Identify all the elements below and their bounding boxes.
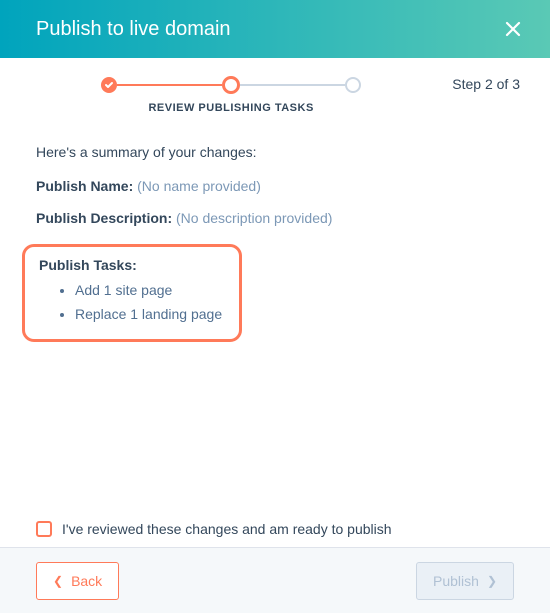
publish-button[interactable]: Publish ❯ [416, 562, 514, 600]
step-line-1 [117, 84, 222, 86]
step-1-done [101, 77, 117, 93]
summary-intro: Here's a summary of your changes: [36, 144, 514, 160]
dialog-title: Publish to live domain [36, 18, 231, 41]
publish-name-value: (No name provided) [137, 178, 261, 194]
step-2-current [222, 76, 240, 94]
chevron-right-icon: ❯ [487, 574, 497, 588]
check-icon [104, 80, 114, 90]
list-item: Add 1 site page [75, 279, 225, 303]
publish-name-row: Publish Name: (No name provided) [36, 178, 514, 194]
dialog-header: Publish to live domain [0, 0, 550, 58]
back-button-label: Back [71, 573, 102, 589]
back-button[interactable]: ❮ Back [36, 562, 119, 600]
stepper: REVIEW PUBLISHING TASKS Step 2 of 3 [0, 58, 550, 114]
step-label: REVIEW PUBLISHING TASKS [148, 102, 313, 114]
step-3-future [345, 77, 361, 93]
publish-tasks-label: Publish Tasks: [39, 257, 225, 273]
publish-button-label: Publish [433, 573, 479, 589]
review-row: I've reviewed these changes and am ready… [36, 521, 392, 537]
dialog-footer: ❮ Back Publish ❯ [0, 547, 550, 613]
close-icon [504, 20, 522, 38]
publish-tasks-highlight: Publish Tasks: Add 1 site page Replace 1… [22, 244, 242, 342]
publish-description-label: Publish Description: [36, 210, 172, 226]
review-checkbox[interactable] [36, 521, 52, 537]
publish-name-label: Publish Name: [36, 178, 133, 194]
step-line-2 [240, 84, 345, 86]
chevron-left-icon: ❮ [53, 574, 63, 588]
close-button[interactable] [500, 16, 526, 42]
content-area: Here's a summary of your changes: Publis… [0, 114, 550, 342]
publish-tasks-list: Add 1 site page Replace 1 landing page [39, 279, 225, 327]
publish-description-row: Publish Description: (No description pro… [36, 210, 514, 226]
review-label: I've reviewed these changes and am ready… [62, 521, 392, 537]
list-item: Replace 1 landing page [75, 303, 225, 327]
step-indicator: Step 2 of 3 [452, 76, 520, 92]
publish-description-value: (No description provided) [176, 210, 332, 226]
